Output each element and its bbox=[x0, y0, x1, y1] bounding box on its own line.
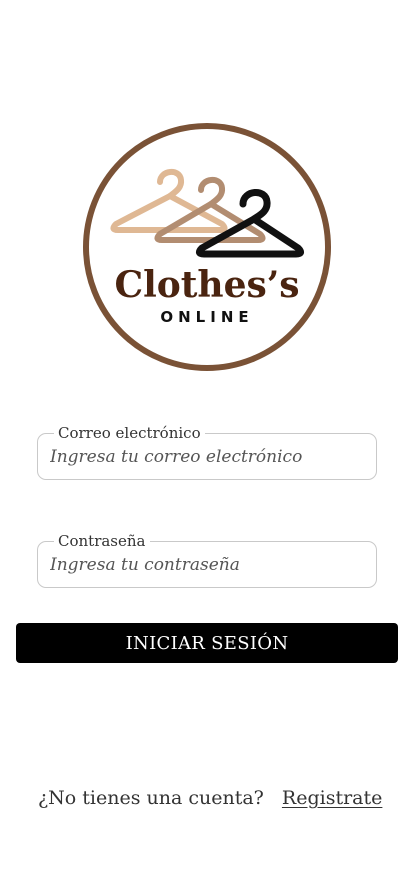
password-field[interactable]: Contraseña bbox=[37, 531, 377, 588]
brand-logo: Clothes’s ONLINE bbox=[82, 122, 332, 372]
login-button[interactable]: INICIAR SESIÓN bbox=[16, 623, 398, 663]
logo-brand-text: Clothes’s bbox=[114, 264, 299, 306]
email-input[interactable] bbox=[50, 443, 366, 471]
email-field[interactable]: Correo electrónico bbox=[37, 423, 377, 480]
email-label: Correo electrónico bbox=[54, 423, 205, 443]
register-link[interactable]: Registrate bbox=[282, 787, 382, 809]
register-prompt: ¿No tienes una cuenta? Registrate bbox=[38, 784, 398, 812]
logo-subtitle-text: ONLINE bbox=[160, 308, 253, 326]
password-label: Contraseña bbox=[54, 531, 150, 551]
password-input[interactable] bbox=[50, 551, 366, 579]
logo-graphic: Clothes’s ONLINE bbox=[83, 123, 331, 371]
no-account-text: ¿No tienes una cuenta? bbox=[38, 787, 264, 809]
